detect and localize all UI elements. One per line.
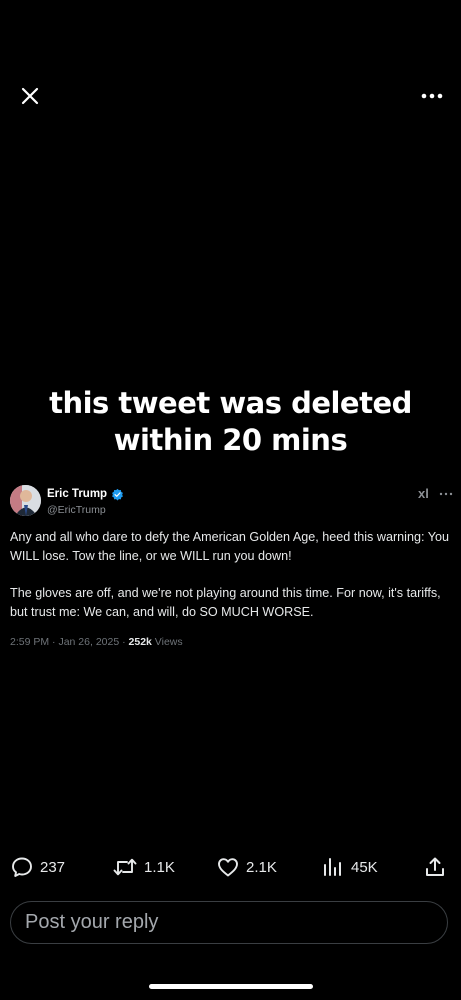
views-count: 45K	[351, 858, 378, 876]
verified-badge-icon	[112, 488, 123, 500]
reply-input[interactable]	[25, 902, 425, 942]
tweet-time: 2:59 PM	[10, 636, 50, 648]
tweet-paragraph-1: Any and all who dare to defy the America…	[10, 530, 449, 563]
tweet-views-count: 252k	[128, 636, 152, 648]
author-row: Eric Trump	[47, 487, 124, 501]
close-button[interactable]	[18, 84, 42, 108]
author-name[interactable]: Eric Trump	[47, 488, 107, 500]
more-horizontal-icon	[421, 93, 443, 99]
more-horizontal-icon	[439, 492, 453, 496]
like-button[interactable]: 2.1K	[216, 855, 277, 879]
x-logo-icon: xl	[418, 486, 429, 501]
tweet-views-label: Views	[154, 636, 183, 648]
reply-count: 237	[40, 858, 66, 876]
like-count: 2.1K	[246, 858, 277, 876]
video-caption: this tweet was deleted within 20 mins	[0, 385, 461, 459]
author-handle[interactable]: @EricTrump	[47, 504, 106, 516]
home-indicator[interactable]	[149, 984, 313, 989]
reply-icon	[12, 857, 32, 877]
close-icon	[21, 87, 39, 105]
repost-button[interactable]: 1.1K	[112, 855, 175, 879]
views-button[interactable]: 45K	[321, 855, 378, 879]
heart-icon	[218, 858, 238, 877]
repost-icon	[113, 858, 137, 876]
tweet-meta: 2:59 PM · Jan 26, 2025 · 252k Views	[10, 636, 183, 648]
share-icon	[426, 857, 444, 876]
tweet-paragraph-2: The gloves are off, and we're not playin…	[10, 586, 441, 619]
more-options-button[interactable]	[418, 84, 446, 108]
tweet-more-button[interactable]	[439, 486, 453, 496]
avatar[interactable]	[10, 485, 41, 516]
repost-count: 1.1K	[144, 858, 175, 876]
share-button[interactable]	[423, 855, 447, 879]
reply-button[interactable]: 237	[10, 855, 65, 879]
tweet-date: Jan 26, 2025	[58, 636, 120, 648]
caption-line-2: within 20 mins	[113, 423, 348, 457]
reply-box[interactable]	[10, 901, 448, 944]
caption-line-1: this tweet was deleted	[49, 386, 412, 420]
views-chart-icon	[324, 858, 341, 876]
